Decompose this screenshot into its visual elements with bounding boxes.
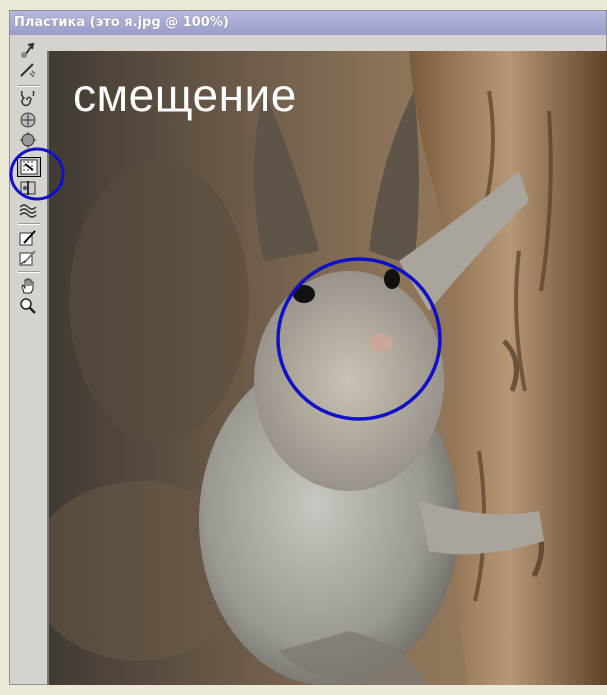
hand-icon[interactable] xyxy=(17,277,39,295)
twirl-clockwise-icon[interactable] xyxy=(17,91,39,109)
window-title[interactable]: Пластика (это я.jpg @ 100%) xyxy=(10,11,606,35)
mirror-icon[interactable] xyxy=(17,179,39,197)
bloat-icon[interactable] xyxy=(17,131,39,149)
turbulence-icon[interactable] xyxy=(17,201,39,219)
pucker-icon[interactable] xyxy=(17,111,39,129)
toolbar-separator xyxy=(18,271,40,273)
caption-text: смещение xyxy=(73,69,297,121)
push-left-icon[interactable] xyxy=(17,157,41,177)
reconstruct-icon[interactable] xyxy=(17,61,39,79)
squirrel-photo xyxy=(49,51,607,685)
toolbar-separator xyxy=(18,85,40,87)
image-canvas[interactable]: смещение xyxy=(47,51,607,685)
freeze-mask-icon[interactable] xyxy=(17,229,39,247)
toolbar-separator xyxy=(18,223,40,225)
forward-warp-icon[interactable] xyxy=(17,41,39,59)
thaw-mask-icon[interactable] xyxy=(17,249,39,267)
tool-palette xyxy=(14,39,44,419)
zoom-icon[interactable] xyxy=(17,297,39,315)
